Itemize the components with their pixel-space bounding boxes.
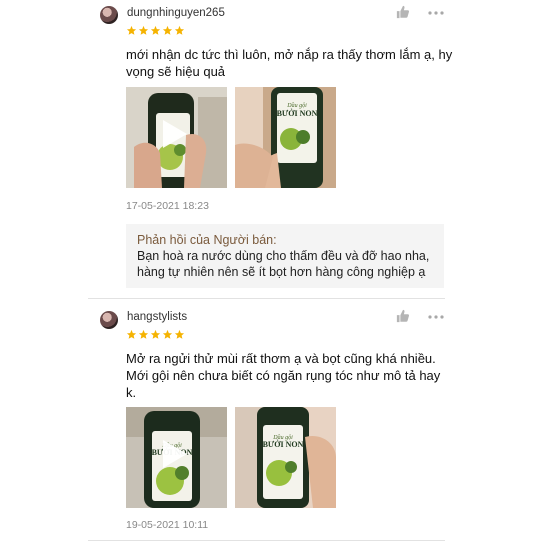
seller-reply: Phản hồi của Người bán: Bạn hoà ra nước …: [126, 224, 444, 288]
star-icon: [174, 329, 185, 339]
review-comment: mới nhận dc tức thì luôn, mở nắp ra thấy…: [126, 47, 453, 79]
reviewer-username[interactable]: dungnhinguyen265: [127, 7, 225, 19]
review-item: hangstylists Mở ra ngửi thử mùi rất thơm…: [0, 300, 543, 543]
review-video-thumbnail[interactable]: Dầu gội BƯỞI NON: [126, 407, 227, 508]
avatar[interactable]: [100, 311, 118, 329]
svg-text:Dầu gội: Dầu gội: [286, 102, 307, 109]
avatar[interactable]: [100, 6, 118, 24]
star-icon: [150, 25, 161, 35]
star-rating: [126, 25, 185, 37]
star-rating: [126, 329, 185, 341]
star-icon: [162, 329, 173, 339]
seller-reply-title: Phản hồi của Người bán:: [137, 233, 277, 247]
review-photo-thumbnail[interactable]: Dầu gội BƯỞI NON: [235, 87, 336, 188]
more-options-icon[interactable]: [428, 314, 444, 320]
play-icon[interactable]: [163, 440, 187, 468]
review-timestamp: 19-05-2021 10:11: [126, 519, 209, 531]
star-icon: [150, 329, 161, 339]
star-icon: [162, 25, 173, 35]
review-comment: Mở ra ngửi thử mùi rất thơm ạ và bọt cũn…: [126, 351, 441, 400]
star-icon: [138, 25, 149, 35]
reviewer-username[interactable]: hangstylists: [127, 311, 187, 323]
more-options-icon[interactable]: [428, 10, 444, 16]
star-icon: [138, 329, 149, 339]
star-icon: [174, 25, 185, 35]
review-photo-thumbnail[interactable]: Dầu gội BƯỞI NON: [235, 407, 336, 508]
thumbs-up-icon[interactable]: [396, 5, 410, 19]
star-icon: [126, 329, 137, 339]
thumbs-up-icon[interactable]: [396, 309, 410, 323]
review-video-thumbnail[interactable]: [126, 87, 227, 188]
bottle-label: BƯỞI NON: [277, 108, 318, 118]
star-icon: [126, 25, 137, 35]
review-timestamp: 17-05-2021 18:23: [126, 200, 209, 212]
play-icon[interactable]: [163, 120, 187, 148]
bottle-label: BƯỞI NON: [263, 439, 304, 449]
seller-reply-body: Bạn hoà ra nước dùng cho thấm đều và đỡ …: [137, 249, 430, 279]
product-photo: Dầu gội BƯỞI NON: [235, 87, 336, 188]
product-photo: Dầu gội BƯỞI NON: [235, 407, 336, 508]
review-divider: [88, 298, 445, 299]
review-divider: [88, 540, 445, 541]
review-item: dungnhinguyen265 mới nhận dc tức thì luô…: [0, 0, 543, 295]
